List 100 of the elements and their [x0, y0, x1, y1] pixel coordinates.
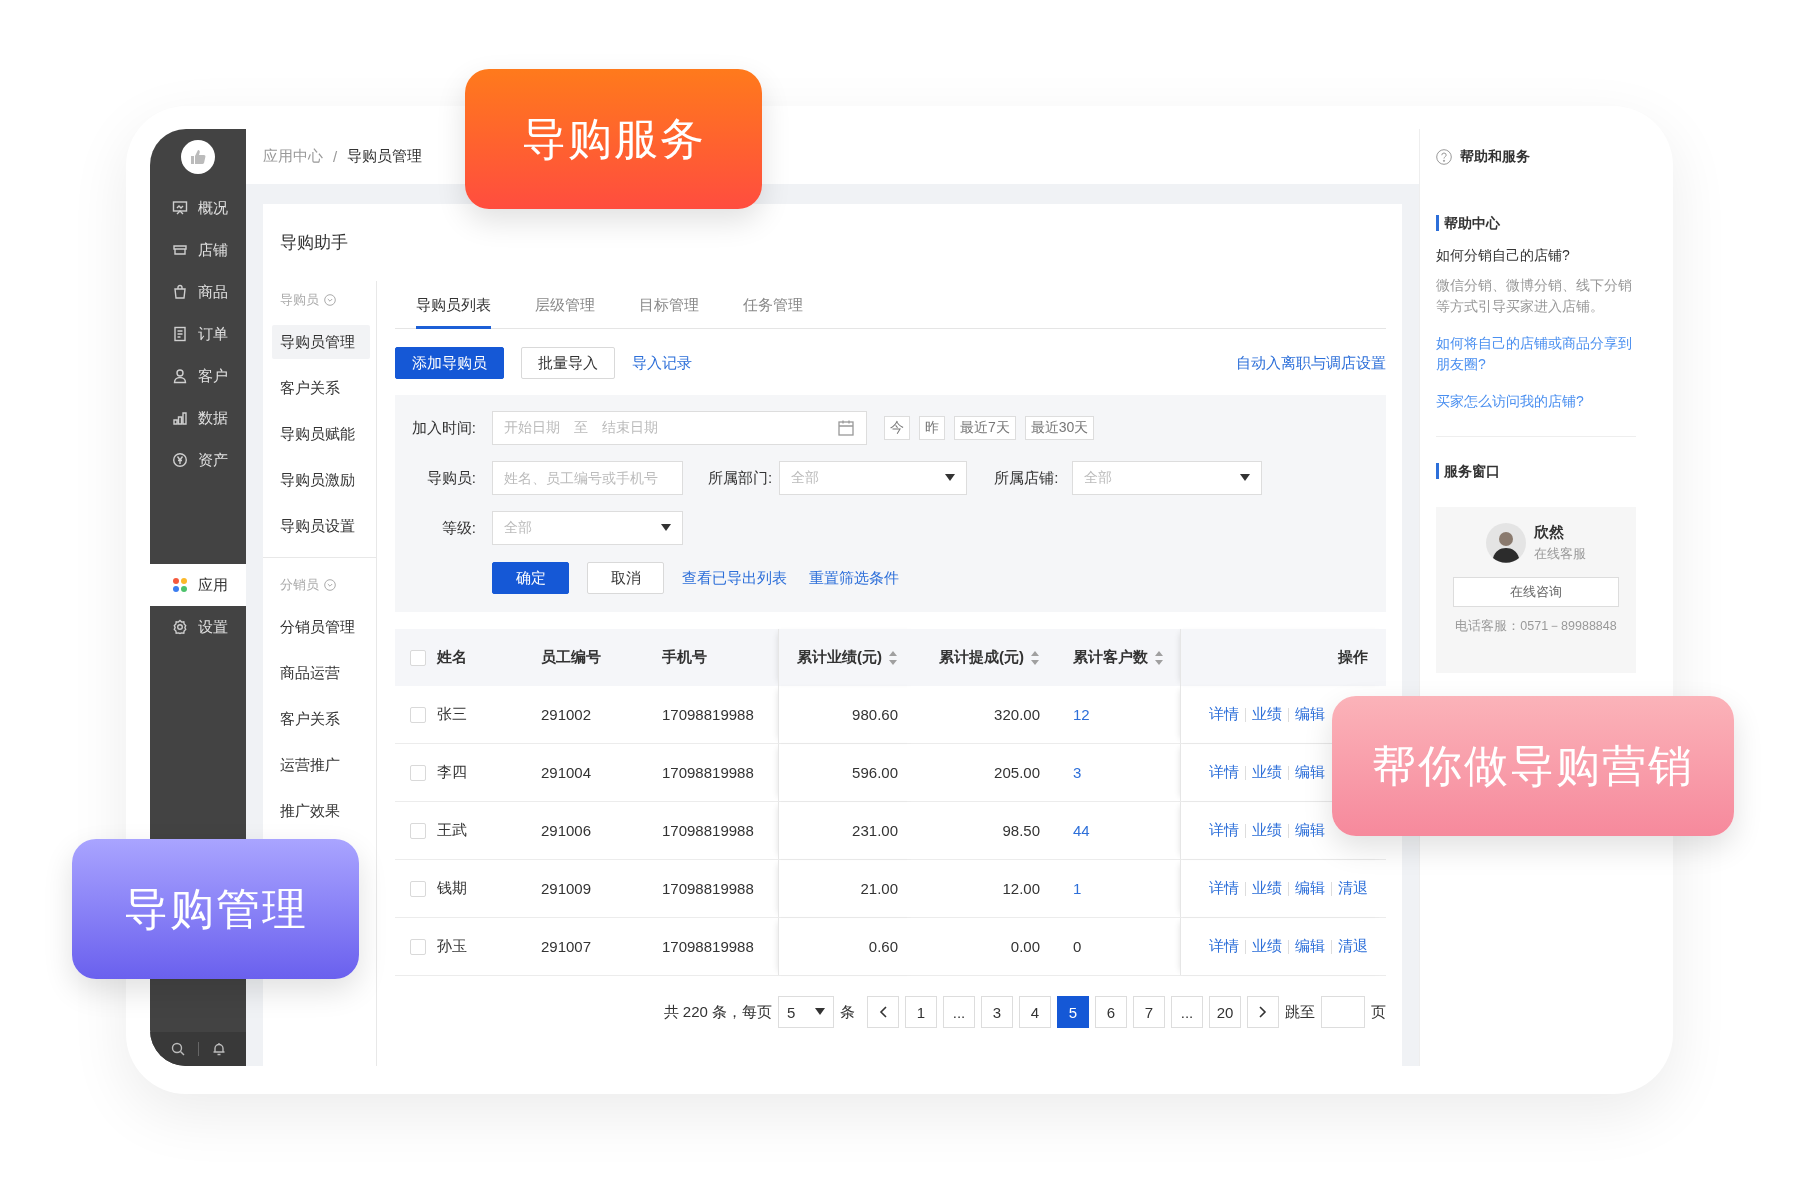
previous-page-button[interactable]	[867, 996, 899, 1028]
customer-count-link[interactable]: 3	[1073, 764, 1082, 781]
action-link[interactable]: 编辑	[1295, 879, 1325, 898]
search-field[interactable]: 姓名、员工编号或手机号	[492, 461, 683, 495]
submenu-item[interactable]: 客户关系	[272, 702, 370, 736]
submenu-item[interactable]: 客户关系	[272, 371, 370, 405]
checkbox[interactable]	[410, 822, 426, 839]
sidebar-item[interactable]: 店铺	[150, 229, 246, 271]
sidebar-item[interactable]: 数据	[150, 397, 246, 439]
submenu-item[interactable]: 导购员设置	[272, 509, 370, 543]
table-cell: 291002	[541, 706, 592, 723]
coin-icon	[172, 452, 188, 468]
page-button[interactable]: 7	[1133, 996, 1165, 1028]
checkbox[interactable]	[410, 764, 426, 781]
add-button[interactable]: 添加导购员	[395, 347, 504, 379]
caret-down-icon	[1240, 474, 1251, 482]
breadcrumb-link[interactable]: 导购员管理	[347, 147, 423, 166]
import-button[interactable]: 批量导入	[521, 347, 615, 379]
settings-link[interactable]: 自动入离职与调店设置	[1236, 353, 1386, 373]
column-header[interactable]: 累计业绩(元)	[797, 648, 898, 667]
sidebar-item[interactable]: 客户	[150, 355, 246, 397]
submenu-item[interactable]: 运营推广	[272, 748, 370, 782]
sidebar-item[interactable]: 订单	[150, 313, 246, 355]
submenu-item[interactable]: 商品运营	[272, 656, 370, 690]
page-button[interactable]: 3	[981, 996, 1013, 1028]
checkbox[interactable]	[410, 649, 426, 666]
submenu-item[interactable]: 导购员赋能	[272, 417, 370, 451]
column-header[interactable]: 手机号	[662, 648, 707, 667]
page-button[interactable]: 1	[905, 996, 937, 1028]
sidebar-item[interactable]: 资产	[150, 439, 246, 481]
checkbox[interactable]	[410, 706, 426, 723]
sort-icon[interactable]	[888, 649, 898, 666]
cancel-button[interactable]: 取消	[587, 562, 664, 594]
action-link[interactable]: 编辑	[1295, 821, 1325, 840]
tab[interactable]: 层级管理	[535, 281, 595, 329]
page-button[interactable]: 20	[1209, 996, 1241, 1028]
submenu-item[interactable]: 推广效果	[272, 794, 370, 828]
customer-count-link[interactable]: 44	[1073, 822, 1090, 839]
action-link[interactable]: 业绩	[1252, 763, 1282, 782]
quick-date-button[interactable]: 昨	[919, 416, 945, 440]
action-link[interactable]: 详情	[1209, 821, 1239, 840]
checkbox[interactable]	[410, 938, 426, 955]
column-header[interactable]: 员工编号	[541, 648, 601, 667]
action-link[interactable]: 编辑	[1295, 763, 1325, 782]
customer-count-link[interactable]: 1	[1073, 880, 1082, 897]
quick-date-button[interactable]: 最近7天	[954, 416, 1016, 440]
page-button[interactable]: ...	[943, 996, 975, 1028]
bell-icon[interactable]	[211, 1042, 226, 1056]
action-link[interactable]: 业绩	[1252, 821, 1282, 840]
action-link[interactable]: 详情	[1209, 705, 1239, 724]
sidebar-item[interactable]: 设置	[150, 606, 246, 648]
help-link[interactable]: 如何将自己的店铺或商品分享到朋友圈?	[1436, 333, 1636, 375]
filter-link[interactable]: 重置筛选条件	[809, 568, 899, 588]
sidebar-item[interactable]: 商品	[150, 271, 246, 313]
help-icon[interactable]	[1436, 149, 1452, 165]
action-link[interactable]: 清退	[1338, 879, 1368, 898]
column-header[interactable]: 累计提成(元)	[939, 648, 1040, 667]
action-link[interactable]: 详情	[1209, 763, 1239, 782]
action-link[interactable]: 业绩	[1252, 937, 1282, 956]
page-button[interactable]: 4	[1019, 996, 1051, 1028]
action-link[interactable]: 业绩	[1252, 879, 1282, 898]
column-header[interactable]: 操作	[1338, 648, 1368, 667]
quick-date-button[interactable]: 最近30天	[1024, 416, 1095, 440]
sort-icon[interactable]	[1154, 649, 1164, 666]
tab[interactable]: 目标管理	[639, 281, 699, 329]
page-button[interactable]: 5	[1057, 996, 1089, 1028]
search-icon[interactable]	[170, 1042, 185, 1056]
chevron-down-icon[interactable]	[324, 579, 336, 591]
checkbox[interactable]	[410, 880, 426, 897]
sort-icon[interactable]	[1030, 649, 1040, 666]
import-record-link[interactable]: 导入记录	[632, 353, 692, 373]
tab[interactable]: 任务管理	[743, 281, 803, 329]
quick-date-button[interactable]: 今	[884, 416, 910, 440]
action-link[interactable]: 清退	[1338, 937, 1368, 956]
help-link[interactable]: 买家怎么访问我的店铺?	[1436, 391, 1636, 412]
filter-link[interactable]: 查看已导出列表	[682, 568, 787, 588]
submenu-item[interactable]: 导购员管理	[272, 325, 370, 359]
chevron-down-icon[interactable]	[324, 294, 336, 306]
page-size-select[interactable]: 5	[778, 996, 834, 1028]
sidebar-item[interactable]: 应用	[150, 564, 246, 606]
table-cell: 231.00	[852, 822, 898, 839]
submenu-item[interactable]: 导购员激励	[272, 463, 370, 497]
table-cell: 291006	[541, 822, 592, 839]
confirm-button[interactable]: 确定	[492, 562, 569, 594]
page-button[interactable]: 6	[1095, 996, 1127, 1028]
column-header[interactable]: 累计客户数	[1073, 648, 1164, 667]
page-button[interactable]: ...	[1171, 996, 1203, 1028]
action-link[interactable]: 详情	[1209, 879, 1239, 898]
column-header[interactable]: 姓名	[437, 648, 467, 667]
action-link[interactable]: 详情	[1209, 937, 1239, 956]
next-page-button[interactable]	[1247, 996, 1279, 1028]
page-input[interactable]	[1321, 996, 1365, 1028]
action-link[interactable]: 编辑	[1295, 705, 1325, 724]
tab[interactable]: 导购员列表	[416, 281, 491, 329]
sidebar-item[interactable]: 概况	[150, 187, 246, 229]
action-link[interactable]: 业绩	[1252, 705, 1282, 724]
customer-count-link[interactable]: 12	[1073, 706, 1090, 723]
submenu-item[interactable]: 分销员管理	[272, 610, 370, 644]
consult-button[interactable]: 在线咨询	[1453, 577, 1619, 607]
action-link[interactable]: 编辑	[1295, 937, 1325, 956]
